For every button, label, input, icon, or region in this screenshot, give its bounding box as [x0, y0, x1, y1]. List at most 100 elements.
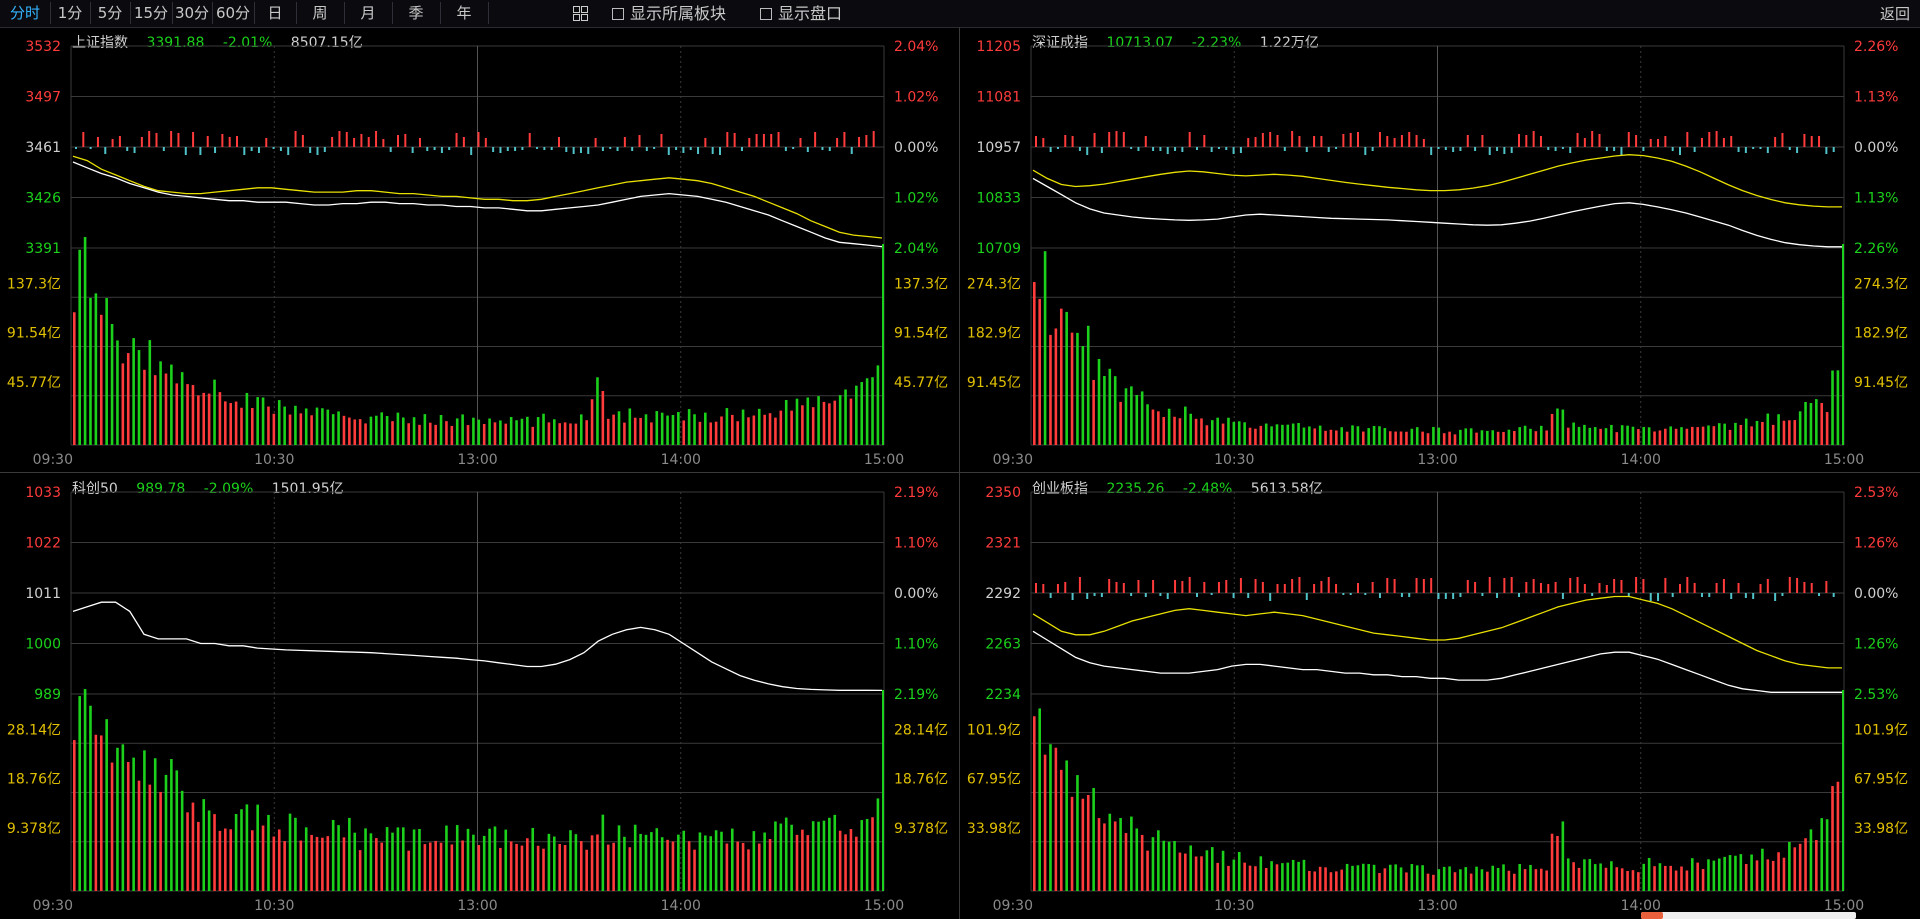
- volume-bar: [677, 834, 680, 891]
- breadth-bar: [1781, 133, 1784, 147]
- volume-bar: [229, 403, 233, 445]
- period-tab[interactable]: 5分: [90, 2, 131, 24]
- volume-bar: [1658, 430, 1662, 445]
- volume-bar: [1302, 427, 1306, 445]
- time-axis-label: 15:00: [864, 898, 904, 914]
- volume-bar: [170, 759, 173, 891]
- volume-bar: [1329, 872, 1333, 891]
- volume-bar: [407, 423, 410, 445]
- chart-panel-star50[interactable]: 科创50 989.78 -2.09% 1501.95亿 1033 1022 1011…: [0, 473, 960, 919]
- pct-axis-label: 1.13%: [1854, 191, 1898, 207]
- volume-bar: [784, 817, 788, 891]
- period-tab[interactable]: 季: [392, 2, 441, 24]
- back-button[interactable]: 返回: [1880, 3, 1910, 25]
- volume-bar: [563, 422, 567, 445]
- volume-bar: [418, 424, 421, 445]
- volume-bar: [1674, 428, 1678, 445]
- chart-panel-shenzhen[interactable]: 深证成指 10713.07 -2.23% 1.22万亿 11205 11081 10…: [960, 27, 1920, 473]
- volume-bar: [1432, 874, 1435, 891]
- chart-panel-shanghai[interactable]: 上证指数 3391.88 -2.01% 8507.15亿 3532 3497 346…: [0, 27, 960, 473]
- checkbox-icon: [760, 7, 772, 20]
- breadth-bar: [601, 147, 604, 151]
- volume-axis-label: 67.95亿: [1854, 772, 1908, 788]
- breadth-bar: [1481, 593, 1484, 596]
- volume-bar: [838, 395, 842, 445]
- pct-axis-label: 1.10%: [894, 637, 938, 653]
- volume-bar: [1534, 431, 1538, 445]
- period-tab[interactable]: 月: [344, 2, 393, 24]
- volume-bar: [250, 830, 254, 891]
- period-tab[interactable]: 1分: [50, 2, 91, 24]
- breadth-bar: [623, 137, 626, 147]
- breadth-bar: [1818, 136, 1821, 147]
- period-tab[interactable]: 15分: [130, 2, 173, 24]
- breadth-bar: [1042, 138, 1045, 147]
- volume-bar: [1529, 428, 1532, 445]
- volume-bar: [693, 849, 696, 891]
- volume-bar: [1599, 863, 1602, 891]
- breadth-bar: [748, 138, 751, 147]
- volume-bar: [666, 839, 669, 891]
- breadth-bar: [1708, 593, 1711, 597]
- volume-axis-label: 33.98亿: [967, 821, 1021, 837]
- volume-bar: [299, 840, 303, 891]
- volume-bar: [1577, 867, 1581, 891]
- volume-bar: [180, 790, 184, 891]
- volume-bar: [806, 835, 810, 891]
- volume-bar: [1410, 428, 1414, 445]
- volume-bar: [1647, 427, 1651, 445]
- volume-bar: [256, 804, 259, 891]
- volume-bar: [1227, 417, 1230, 445]
- volume-bar: [1297, 861, 1300, 891]
- period-tab[interactable]: 日: [254, 2, 297, 24]
- volume-bar: [612, 842, 615, 891]
- breadth-bar: [1305, 593, 1308, 600]
- volume-bar: [687, 841, 691, 891]
- volume-bar: [1205, 850, 1209, 891]
- volume-bar: [1523, 869, 1527, 891]
- volume-bar: [795, 398, 799, 445]
- volume-bar: [83, 237, 87, 445]
- show-sector-checkbox[interactable]: 显示所属板块: [612, 3, 726, 25]
- period-tab[interactable]: 60分: [212, 2, 255, 24]
- volume-axis-label: 28.14亿: [7, 722, 61, 738]
- volume-bar: [1755, 860, 1759, 891]
- period-tab[interactable]: 分时: [0, 2, 51, 24]
- period-tab[interactable]: 周: [296, 2, 345, 24]
- volume-bar: [1593, 427, 1597, 445]
- volume-bar: [1761, 421, 1764, 445]
- volume-bar: [633, 824, 637, 891]
- volume-bar: [116, 340, 119, 445]
- breadth-bar: [667, 147, 670, 155]
- volume-bar: [660, 412, 664, 445]
- breadth-bar: [1554, 147, 1557, 151]
- volume-bar: [1130, 386, 1133, 445]
- volume-bar: [1097, 358, 1101, 445]
- breadth-bar: [1605, 147, 1608, 151]
- volume-bar: [1723, 856, 1726, 891]
- period-tab[interactable]: 年: [440, 2, 489, 24]
- volume-bar: [1227, 865, 1230, 891]
- chart-panel-chinext[interactable]: 创业板指 2235.26 -2.48% 5613.58亿 2350 2321 229…: [960, 473, 1920, 919]
- breadth-bar: [1093, 593, 1096, 596]
- pct-axis-label: 2.53%: [1854, 485, 1898, 501]
- volume-bar: [1513, 873, 1516, 891]
- volume-bar: [547, 422, 551, 445]
- volume-bar: [369, 416, 373, 445]
- breadth-bar: [1715, 583, 1718, 593]
- volume-bar: [795, 834, 799, 891]
- layout-grid-icon[interactable]: [573, 6, 588, 21]
- volume-bar: [197, 395, 200, 445]
- volume-bar: [714, 830, 718, 891]
- volume-bar: [1539, 425, 1543, 445]
- volume-bar: [89, 297, 92, 445]
- breadth-bar: [1664, 578, 1667, 593]
- volume-bar: [342, 837, 346, 891]
- volume-bar: [531, 426, 535, 445]
- show-panel-checkbox[interactable]: 显示盘口: [760, 3, 842, 25]
- volume-bar: [250, 407, 254, 445]
- volume-bar: [213, 379, 216, 445]
- period-tab[interactable]: 30分: [172, 2, 213, 24]
- breadth-bar: [1320, 136, 1323, 147]
- volume-bar: [240, 407, 243, 445]
